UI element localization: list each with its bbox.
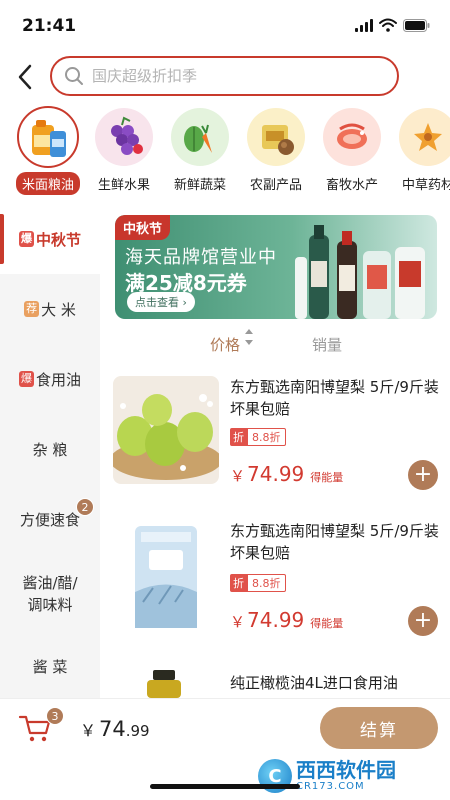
sidebar-item-instant-food[interactable]: 方便速食 2 [0, 484, 100, 554]
discount-tag: 折 [230, 574, 247, 592]
promo-banner[interactable]: 中秋节 海天品牌馆营业中 满25减8元券 点击查看 › [115, 215, 437, 319]
cart-total: ￥ 74 .99 [80, 717, 150, 741]
discount-value: 8.8折 [247, 428, 286, 446]
product-title: 纯正橄榄油4L进口食用油 [230, 674, 398, 692]
category-label: 新鲜蔬菜 [173, 178, 226, 193]
sidebar-item-label: 酱油/醋/ [22, 574, 78, 592]
banner-headline: 海天品牌馆营业中 [125, 247, 277, 268]
category-fresh-fruit[interactable]: 生鲜水果 [86, 104, 162, 193]
total-integer: 74 [99, 717, 126, 741]
discount-tag: 折 [230, 428, 247, 446]
add-to-cart-button[interactable]: + [408, 460, 438, 490]
product-card[interactable]: 东方甄选南阳博望梨 5斤/9斤装 坏果包赔 折 8.8折 ￥ 74.99 得能量… [100, 376, 450, 506]
banner-tag: 中秋节 [115, 215, 171, 240]
category-seafood[interactable]: 畜牧水产 [314, 104, 390, 193]
sidebar: 爆 中秋节 荐 大 米 爆 食用油 杂 粮 方便速食 2 酱油/醋/ 调味料 酱… [0, 204, 100, 698]
sort-arrows-icon [245, 329, 253, 345]
sort-by-price[interactable]: 价格 [210, 329, 253, 355]
category-grain-oil[interactable]: 米面粮油 [10, 104, 86, 195]
sidebar-item-grains[interactable]: 杂 粮 [0, 414, 100, 484]
olive-oil-image [113, 670, 219, 698]
sort-by-sales[interactable]: 销量 [312, 334, 342, 355]
hot-tag: 爆 [18, 371, 34, 387]
plus-icon: + [413, 608, 433, 633]
herbs-icon [399, 108, 450, 166]
battery-icon [403, 18, 430, 32]
rice-bag-image [113, 522, 219, 632]
wifi-icon [379, 18, 397, 32]
checkout-button[interactable]: 结算 [320, 707, 438, 749]
grapes-icon [95, 108, 153, 166]
sidebar-item-label: 酱 菜 [32, 657, 68, 676]
grain-oil-icon [17, 106, 79, 168]
price-value: 74.99 [247, 462, 305, 486]
recommend-tag: 荐 [24, 301, 40, 317]
category-label: 米面粮油 [15, 172, 80, 195]
category-produce[interactable]: 农副产品 [238, 104, 314, 193]
sidebar-item-mid-autumn[interactable]: 爆 中秋节 [0, 204, 100, 274]
pear-product-image [113, 376, 219, 484]
category-vegetables[interactable]: 新鲜蔬菜 [162, 104, 238, 193]
watermark-name: 西西软件园 [296, 758, 396, 782]
sort-price-label: 价格 [210, 336, 241, 354]
search-icon [65, 67, 83, 85]
banner-view-button[interactable]: 点击查看 › [127, 292, 195, 312]
hot-tag: 爆 [18, 231, 34, 247]
product-card[interactable]: 纯正橄榄油4L进口食用油 [100, 670, 450, 698]
status-time: 21:41 [22, 16, 77, 36]
product-title: 东方甄选南阳博望梨 5斤/9斤装 坏果包赔 [230, 378, 439, 418]
sidebar-item-label: 大 米 [41, 300, 76, 319]
sidebar-item-label: 方便速食 [19, 510, 80, 529]
category-label: 中草药材 [401, 178, 450, 193]
category-label: 农副产品 [249, 178, 302, 193]
search-input[interactable] [92, 67, 372, 85]
sidebar-item-label-line2: 调味料 [27, 596, 73, 614]
category-label: 畜牧水产 [325, 178, 378, 193]
vegetables-icon [171, 108, 229, 166]
product-card[interactable]: 东方甄选南阳博望梨 5斤/9斤装 坏果包赔 折 8.8折 ￥ 74.99 得能量… [100, 520, 450, 660]
add-to-cart-button[interactable]: + [408, 606, 438, 636]
cellular-signal-icon [355, 18, 373, 32]
price-note: 得能量 [310, 471, 344, 484]
sidebar-item-pickles[interactable]: 酱 菜 [0, 634, 100, 698]
seafood-icon [323, 108, 381, 166]
produce-icon [247, 108, 305, 166]
cart-count-badge: 3 [46, 707, 64, 725]
category-strip: 米面粮油 生鲜水果 新鲜蔬菜 农副产品 畜牧水产 中草药材 [0, 104, 450, 196]
status-icons [355, 18, 430, 32]
cart-bar: 3 ￥ 74 .99 结算 [0, 698, 450, 756]
price-note: 得能量 [310, 617, 344, 630]
sidebar-item-label: 食用油 [35, 370, 81, 389]
total-decimal: .99 [125, 722, 150, 740]
status-bar: 21:41 [0, 0, 450, 50]
haitian-products-image [295, 225, 425, 319]
discount-label: 折 8.8折 [230, 574, 286, 592]
sidebar-item-condiments[interactable]: 酱油/醋/ 调味料 [0, 554, 100, 634]
product-price: ￥ 74.99 得能量 [230, 608, 344, 632]
price-value: 74.99 [247, 608, 305, 632]
sidebar-item-label: 杂 粮 [32, 440, 68, 459]
watermark-url: CR173.COM [296, 781, 365, 792]
plus-icon: + [413, 462, 433, 487]
sort-row: 价格 销量 [100, 329, 450, 358]
sidebar-item-label: 中秋节 [35, 230, 81, 249]
category-herbs[interactable]: 中草药材 [390, 104, 450, 193]
back-arrow-icon[interactable] [10, 60, 40, 94]
discount-value: 8.8折 [247, 574, 286, 592]
category-label: 生鲜水果 [97, 178, 150, 193]
product-title: 东方甄选南阳博望梨 5斤/9斤装 坏果包赔 [230, 522, 439, 562]
search-box[interactable] [50, 56, 399, 96]
sidebar-item-rice[interactable]: 荐 大 米 [0, 274, 100, 344]
discount-label: 折 8.8折 [230, 428, 286, 446]
count-badge: 2 [76, 498, 94, 516]
product-price: ￥ 74.99 得能量 [230, 462, 344, 486]
sidebar-item-cooking-oil[interactable]: 爆 食用油 [0, 344, 100, 414]
home-indicator[interactable] [150, 784, 300, 789]
